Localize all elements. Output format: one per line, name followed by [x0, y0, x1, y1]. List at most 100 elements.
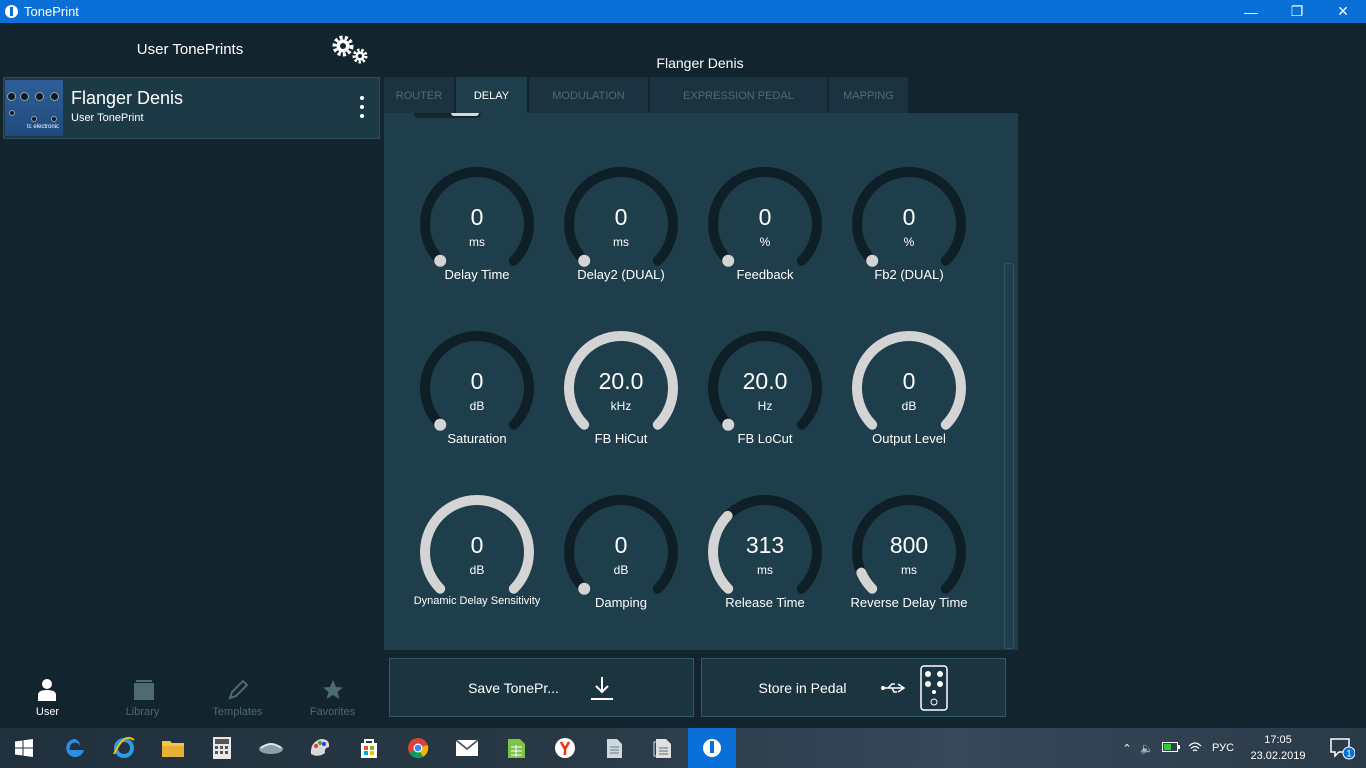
nav-user[interactable]: User — [0, 673, 95, 728]
restore-button[interactable]: ❐ — [1274, 0, 1320, 23]
toneprint-subtitle: User TonePrint — [71, 112, 144, 124]
knob-value: 0 — [614, 204, 628, 230]
tab-expression-pedal[interactable]: EXPRESSION PEDAL — [650, 77, 827, 114]
knob-value: 0 — [470, 368, 484, 394]
knob-label: Dynamic Delay Sensitivity — [413, 595, 541, 607]
bottom-navigation: User Library Templates Favorites — [0, 673, 382, 728]
knob-delay2-dual[interactable]: 0 ms Delay2 (DUAL) — [549, 164, 693, 314]
wifi-icon[interactable] — [1184, 741, 1206, 756]
nav-favorites[interactable]: Favorites — [285, 673, 380, 728]
store-in-pedal-button[interactable]: Store in Pedal — [701, 658, 1006, 717]
knob-indicator — [866, 254, 879, 267]
sidebar: User TonePrints tc electronic Flanger De… — [0, 23, 382, 728]
calculator-icon[interactable] — [198, 728, 246, 768]
paint-icon[interactable] — [296, 728, 344, 768]
knob-label: Release Time — [725, 595, 805, 610]
knob-delay-time[interactable]: 0 ms Delay Time — [405, 164, 549, 314]
save-toneprint-label: Save TonePr... — [468, 679, 559, 696]
download-icon — [590, 676, 613, 700]
knob-label: Delay2 (DUAL) — [577, 267, 665, 282]
knob-fb-locut[interactable]: 20.0 Hz FB LoCut — [693, 328, 837, 478]
notifications-icon[interactable]: 1 — [1318, 728, 1366, 768]
spreadsheet-icon[interactable] — [492, 728, 540, 768]
knob-dynamic-delay-sensitivity[interactable]: 0 dB Dynamic Delay Sensitivity — [405, 492, 549, 642]
library-icon — [134, 680, 154, 700]
language-indicator[interactable]: РУС — [1212, 742, 1234, 754]
knob-label: Damping — [594, 595, 648, 610]
knob-value: 0 — [902, 368, 916, 394]
nav-templates[interactable]: Templates — [190, 673, 285, 728]
settings-gears-icon[interactable] — [331, 34, 371, 66]
knob-fb2-dual[interactable]: 0% Fb2 (DUAL) — [837, 164, 981, 314]
nav-templates-label: Templates — [212, 706, 263, 718]
preset-title: Flanger Denis — [656, 55, 744, 71]
knob-indicator — [434, 254, 447, 267]
knob-indicator — [434, 418, 447, 431]
tab-router[interactable]: ROUTER — [384, 77, 454, 114]
knob-feedback[interactable]: 0% Feedback — [693, 164, 837, 314]
knob-fb-hicut[interactable]: 20.0 kHz FB HiCut — [549, 328, 693, 478]
minimize-button[interactable]: — — [1228, 0, 1274, 23]
knob-label: Fb2 (DUAL) — [874, 267, 944, 282]
app-icon[interactable] — [247, 728, 295, 768]
sidebar-header: User TonePrints — [136, 41, 244, 58]
clock-time: 17:05 — [1264, 734, 1292, 746]
knob-release-time[interactable]: 313 ms Release Time — [693, 492, 837, 642]
battery-icon[interactable] — [1158, 741, 1184, 755]
edge-icon[interactable] — [51, 728, 99, 768]
knob-indicator — [578, 254, 591, 267]
toneprint-taskbar-icon[interactable] — [688, 728, 736, 768]
delay-panel: 0 ms Delay Time 0 ms Delay2 (DUAL) 0% Feedback 0… — [384, 113, 1018, 650]
save-toneprint-button[interactable]: Save TonePr... — [389, 658, 694, 717]
notification-count: 1 — [1346, 749, 1351, 759]
nav-library[interactable]: Library — [95, 673, 190, 728]
clock-date: 23.02.2019 — [1250, 750, 1306, 762]
close-button[interactable]: ✕ — [1320, 0, 1366, 23]
toneprint-list-item[interactable]: tc electronic Flanger Denis User TonePri… — [3, 77, 380, 139]
knob-unit: Hz — [757, 399, 773, 413]
knob-value: 20.0 — [742, 368, 788, 394]
yandex-icon[interactable] — [541, 728, 589, 768]
panel-handle[interactable] — [414, 113, 481, 118]
tab-mapping[interactable]: MAPPING — [829, 77, 908, 114]
system-tray: ⌃ 🔈 РУС — [1118, 728, 1234, 768]
knob-value: 0 — [470, 532, 484, 558]
star-icon — [323, 680, 343, 699]
knob-unit: dB — [469, 563, 485, 577]
knob-unit: kHz — [610, 399, 632, 413]
volume-icon[interactable]: 🔈 — [1136, 742, 1158, 755]
internet-explorer-icon[interactable] — [100, 728, 148, 768]
notes-icon[interactable] — [639, 728, 687, 768]
knob-label: Output Level — [872, 431, 946, 446]
more-vertical-icon[interactable] — [357, 96, 367, 122]
knob-unit: ms — [901, 563, 917, 577]
document-icon[interactable] — [590, 728, 638, 768]
knob-unit: ms — [757, 563, 773, 577]
knob-saturation[interactable]: 0 dB Saturation — [405, 328, 549, 478]
knob-unit: dB — [469, 399, 485, 413]
toneprint-name: Flanger Denis — [71, 88, 184, 108]
knob-reverse-delay-time[interactable]: 800 ms Reverse Delay Time — [837, 492, 981, 642]
knob-value: 800 — [889, 532, 929, 558]
mail-icon[interactable] — [443, 728, 491, 768]
knob-value: 313 — [745, 532, 785, 558]
knob-damping[interactable]: 0 dB Damping — [549, 492, 693, 642]
knob-label: FB HiCut — [594, 431, 648, 446]
knob-label: Reverse Delay Time — [850, 595, 968, 610]
clock[interactable]: 17:05 23.02.2019 — [1248, 732, 1308, 764]
knob-output-level[interactable]: 0 dB Output Level — [837, 328, 981, 478]
scrollbar[interactable] — [1004, 263, 1014, 649]
store-icon[interactable] — [345, 728, 393, 768]
windows-start-icon[interactable] — [0, 728, 48, 768]
store-in-pedal-label: Store in Pedal — [758, 679, 847, 696]
file-explorer-icon[interactable] — [149, 728, 197, 768]
knob-unit: % — [759, 235, 771, 249]
knob-label: Saturation — [447, 431, 507, 446]
knob-indicator — [722, 418, 735, 431]
tab-delay[interactable]: DELAY — [456, 77, 527, 114]
chrome-icon[interactable] — [394, 728, 442, 768]
tab-modulation[interactable]: MODULATION — [529, 77, 648, 114]
nav-favorites-label: Favorites — [309, 706, 356, 718]
nav-library-label: Library — [125, 706, 160, 718]
chevron-up-icon[interactable]: ⌃ — [1118, 742, 1136, 755]
